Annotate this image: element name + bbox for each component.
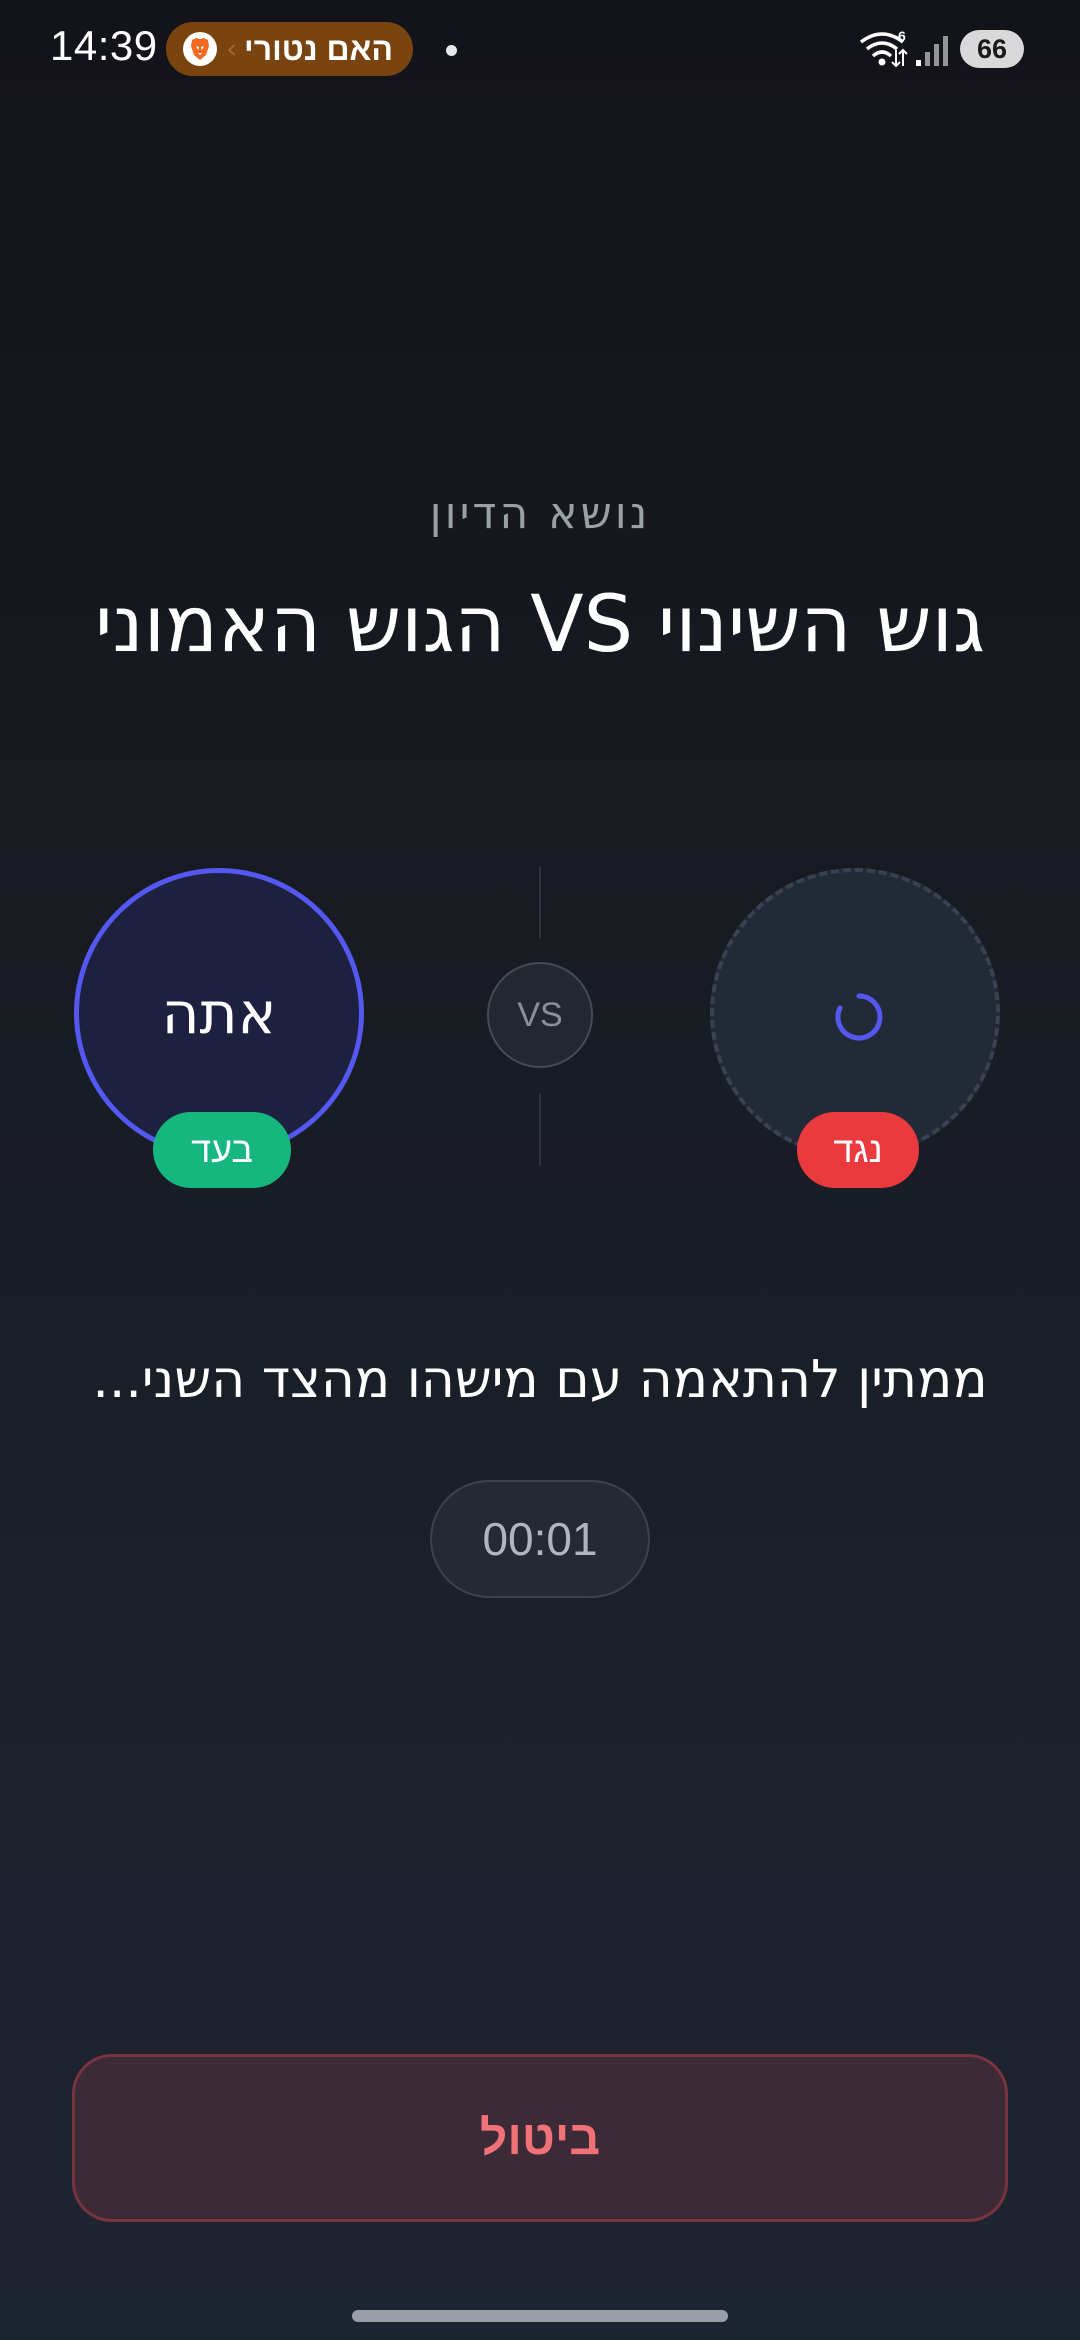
for-side-badge: בעד bbox=[153, 1112, 291, 1188]
vs-divider-bottom bbox=[539, 1094, 541, 1166]
cancel-button[interactable]: ביטול bbox=[72, 2054, 1008, 2222]
wifi-icon: 6 bbox=[859, 28, 908, 68]
status-time: 14:39 bbox=[50, 22, 158, 69]
cellular-signal-icon bbox=[916, 36, 948, 66]
you-label: אתה bbox=[161, 979, 277, 1047]
vs-divider-top bbox=[539, 866, 541, 938]
svg-text:6: 6 bbox=[898, 28, 906, 44]
matchmaking-timer: 00:01 bbox=[430, 1480, 650, 1598]
brave-lion-icon bbox=[183, 32, 217, 66]
browser-pill-label: האם נטורי bbox=[244, 31, 393, 67]
status-bar: 14:39 ‹ האם נטורי 6 66 bbox=[0, 0, 1080, 100]
topic-title: גוש השינוי VS הגוש האמוני bbox=[95, 580, 985, 670]
pill-separator: ‹ bbox=[226, 32, 238, 65]
waiting-status-text: ממתין להתאמה עם מישהו מהצד השני... bbox=[92, 1350, 988, 1410]
vs-badge: VS bbox=[487, 962, 593, 1068]
topic-label: נושא הדיון bbox=[429, 488, 651, 539]
against-side-badge: נגד bbox=[797, 1112, 919, 1188]
battery-indicator: 66 bbox=[960, 30, 1024, 68]
home-indicator[interactable] bbox=[352, 2310, 728, 2322]
notification-dot bbox=[446, 45, 457, 56]
browser-indicator-pill[interactable]: ‹ האם נטורי bbox=[166, 22, 413, 76]
loading-spinner-icon bbox=[835, 993, 883, 1041]
